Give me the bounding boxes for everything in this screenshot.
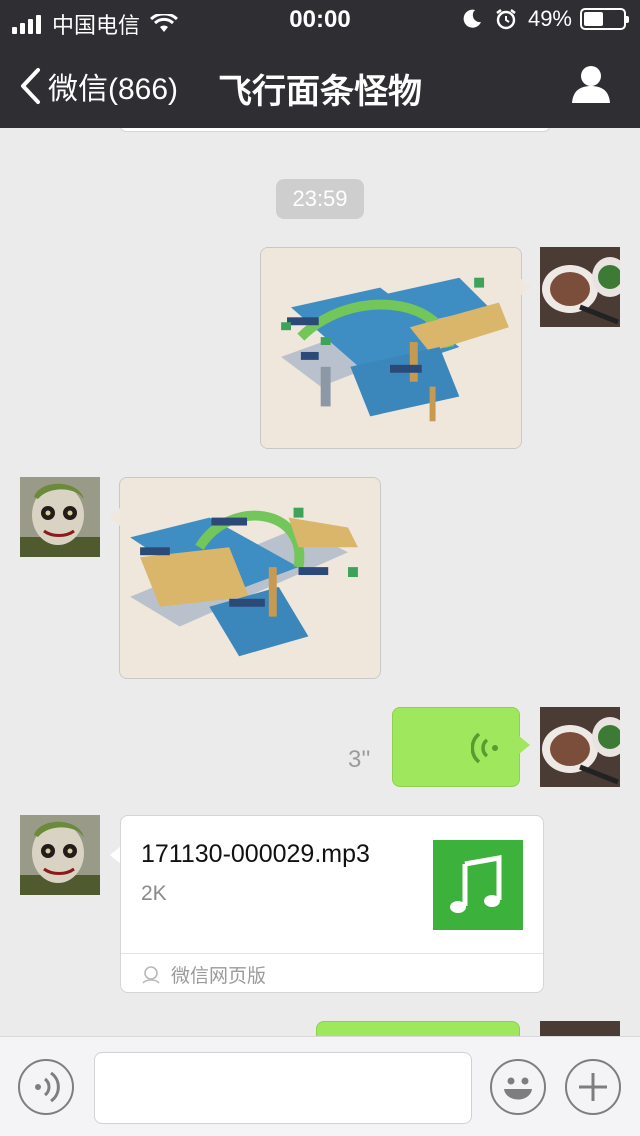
emoji-button[interactable] <box>490 1059 546 1115</box>
voice-mode-button[interactable] <box>18 1059 74 1115</box>
voice-duration: 3'' <box>348 746 371 773</box>
food-avatar-image <box>540 247 620 327</box>
friend-avatar[interactable] <box>20 815 100 895</box>
file-source: 微信网页版 <box>141 961 266 988</box>
chat-title: 飞行面条怪物 <box>218 73 422 111</box>
battery-icon <box>580 8 629 30</box>
person-icon[interactable] <box>570 64 612 104</box>
navigation-bar: 微信(866) 飞行面条怪物 <box>0 42 640 128</box>
sent-message-partial[interactable] <box>316 1021 520 1036</box>
station-map-image <box>261 248 521 448</box>
more-button[interactable] <box>565 1059 621 1115</box>
divider <box>121 953 543 954</box>
alarm-icon <box>496 9 516 30</box>
web-wechat-icon <box>142 965 160 984</box>
message-timestamp: 23:59 <box>276 179 364 219</box>
bubble-tail <box>519 736 530 754</box>
file-message[interactable]: 171130-000029.mp3 2K 微信网页版 <box>120 815 544 993</box>
file-size: 2K <box>141 882 167 905</box>
voice-message[interactable] <box>392 707 520 787</box>
plus-icon <box>579 1073 607 1101</box>
voice-wave-icon <box>471 732 498 764</box>
input-bar <box>0 1036 640 1136</box>
bubble-tail <box>520 278 531 296</box>
sent-image-message[interactable] <box>260 247 522 449</box>
chat-area[interactable]: 23:59 3'' 171130-000029.mp3 2K 微信网页版 <box>0 128 640 1036</box>
file-name: 171130-000029.mp3 <box>141 840 370 868</box>
app-header: 中国电信 00:00 49% 微信(866) 飞行面条怪物 <box>0 0 640 128</box>
battery-percentage: 49% <box>527 6 572 31</box>
voice-icon <box>35 1071 60 1103</box>
music-note-icon <box>450 855 502 913</box>
station-map-image <box>120 478 380 678</box>
my-avatar[interactable] <box>540 247 620 327</box>
music-file-thumbnail <box>433 840 523 930</box>
moon-icon <box>463 9 481 28</box>
status-bar: 中国电信 00:00 49% <box>0 0 640 40</box>
food-avatar-image <box>540 1021 620 1036</box>
bubble-tail <box>109 508 120 526</box>
joker-avatar-image <box>20 815 100 895</box>
file-source-label: 微信网页版 <box>171 966 267 987</box>
smiley-icon <box>504 1077 532 1100</box>
previous-message-edge <box>120 128 550 132</box>
received-image-message[interactable] <box>119 477 381 679</box>
my-avatar[interactable] <box>540 707 620 787</box>
friend-avatar[interactable] <box>20 477 100 557</box>
food-avatar-image <box>540 707 620 787</box>
joker-avatar-image <box>20 477 100 557</box>
message-input[interactable] <box>94 1052 472 1124</box>
my-avatar[interactable] <box>540 1021 620 1036</box>
